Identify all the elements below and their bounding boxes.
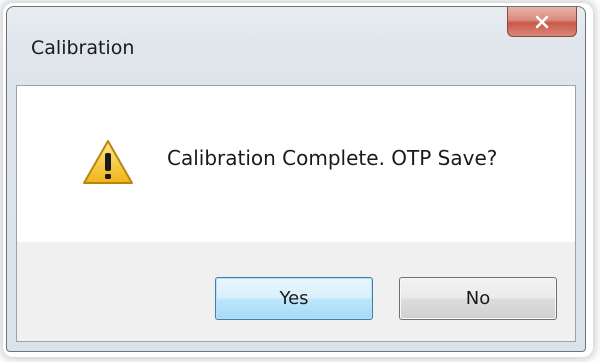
- dialog-title: Calibration: [31, 37, 135, 59]
- dialog-message: Calibration Complete. OTP Save?: [167, 146, 498, 170]
- title-bar[interactable]: Calibration: [7, 7, 585, 85]
- no-button[interactable]: No: [399, 277, 557, 320]
- dialog-body: Calibration Complete. OTP Save? Yes No: [16, 85, 576, 342]
- yes-button-label: Yes: [279, 288, 309, 309]
- close-icon: [535, 15, 549, 28]
- no-button-label: No: [465, 288, 491, 309]
- dialog-window: Calibration Calibration Complete. OTP Sa…: [6, 6, 586, 352]
- message-area: Calibration Complete. OTP Save?: [17, 86, 575, 242]
- warning-icon: [83, 140, 133, 184]
- close-button[interactable]: [507, 7, 577, 37]
- yes-button[interactable]: Yes: [215, 277, 373, 320]
